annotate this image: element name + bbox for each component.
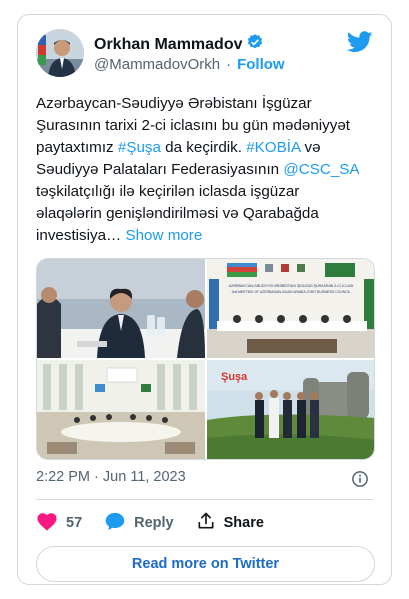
media-photo-meeting-room[interactable]: [37, 360, 205, 459]
tweet-line: əlaqələrin genişləndirilməsi və Qarabağd…: [36, 205, 319, 222]
media-photo-conference-hall[interactable]: AZƏRBAYCAN-SƏUDIYYƏ ƏRƏBİSTANI İŞGÜZAR Ş…: [207, 259, 374, 358]
tweet-text-fragment: paytaxtımız: [36, 139, 118, 156]
verified-badge-icon: [246, 33, 264, 56]
author-handle[interactable]: @MammadovOrkh: [94, 56, 220, 73]
tweet-text: Azərbaycan-Səudiyyə Ərəbistanı İşgüzar Ş…: [36, 93, 381, 247]
like-count: 57: [66, 515, 83, 531]
reply-label: Reply: [134, 515, 174, 531]
author-name[interactable]: Orkhan Mammadov: [94, 36, 242, 54]
banner-subtitle-text: 2nd MEETING OF AZERBAIJAN-SAUDI ARABIA J…: [232, 290, 351, 294]
author-handle-row: @MammadovOrkh · Follow: [94, 56, 285, 73]
timestamp-separator: ·: [94, 469, 99, 485]
media-photo-susa-fortress[interactable]: Şuşa: [207, 360, 374, 459]
media-photo-meeting-speaker[interactable]: [37, 259, 205, 358]
tweet-actions: 57 Reply Share: [36, 511, 286, 535]
tweet-line: Səudiyyə Palataları Federasiyasının @CSC…: [36, 159, 381, 181]
tweet-card: Orkhan Mammadov @MammadovOrkh · Follow A…: [17, 14, 392, 585]
tweet-time: 2:22 PM: [36, 469, 90, 485]
reply-bubble-icon: [104, 511, 126, 535]
tweet-line: investisiya… Show more: [36, 225, 381, 247]
like-button[interactable]: 57: [36, 511, 82, 535]
tweet-text-fragment: investisiya…: [36, 227, 122, 244]
tweet-text-fragment: Səudiyyə Palataları Federasiyasının: [36, 161, 284, 178]
tweet-date: Jun 11, 2023: [102, 469, 186, 485]
tweet-text-fragment: və: [300, 139, 321, 156]
tweet-line: təşkilatçılığı ilə keçirilən iclasda işg…: [36, 183, 300, 200]
divider: [36, 499, 373, 500]
heart-icon: [36, 511, 58, 535]
follow-button[interactable]: Follow: [237, 56, 285, 73]
share-label: Share: [223, 515, 264, 531]
mention-csc-link[interactable]: @CSC_SA: [283, 161, 359, 178]
author-name-row: Orkhan Mammadov: [94, 33, 264, 56]
share-upload-icon: [196, 511, 216, 535]
hashtag-kobia-link[interactable]: #KOBİA: [246, 139, 300, 156]
tweet-text-fragment: da keçirdik.: [160, 139, 247, 156]
tweet-line: Azərbaycan-Səudiyyə Ərəbistanı İşgüzar: [36, 95, 312, 112]
show-more-link[interactable]: Show more: [125, 227, 202, 244]
share-button[interactable]: Share: [196, 511, 264, 535]
susa-sign-text: Şuşa: [221, 371, 248, 383]
hashtag-susa-link[interactable]: #Şuşa: [118, 139, 161, 156]
avatar-photo: [36, 29, 84, 77]
read-more-button[interactable]: Read more on Twitter: [36, 546, 375, 582]
info-icon[interactable]: [351, 470, 369, 493]
reply-button[interactable]: Reply: [104, 511, 174, 535]
banner-title-text: AZƏRBAYCAN-SƏUDIYYƏ ƏRƏBİSTANI İŞGÜZAR Ş…: [229, 283, 354, 288]
tweet-line: paytaxtımız #Şuşa da keçirdik. #KOBİA və: [36, 137, 381, 159]
media-grid: AZƏRBAYCAN-SƏUDIYYƏ ƏRƏBİSTANI İŞGÜZAR Ş…: [36, 258, 375, 460]
twitter-bird-icon[interactable]: [346, 31, 373, 58]
tweet-timestamp[interactable]: 2:22 PM · Jun 11, 2023: [36, 469, 186, 485]
tweet-line: Şurasının tarixi 2-ci iclasını bu gün mə…: [36, 117, 351, 134]
handle-separator: ·: [226, 56, 232, 73]
avatar[interactable]: [36, 29, 84, 77]
